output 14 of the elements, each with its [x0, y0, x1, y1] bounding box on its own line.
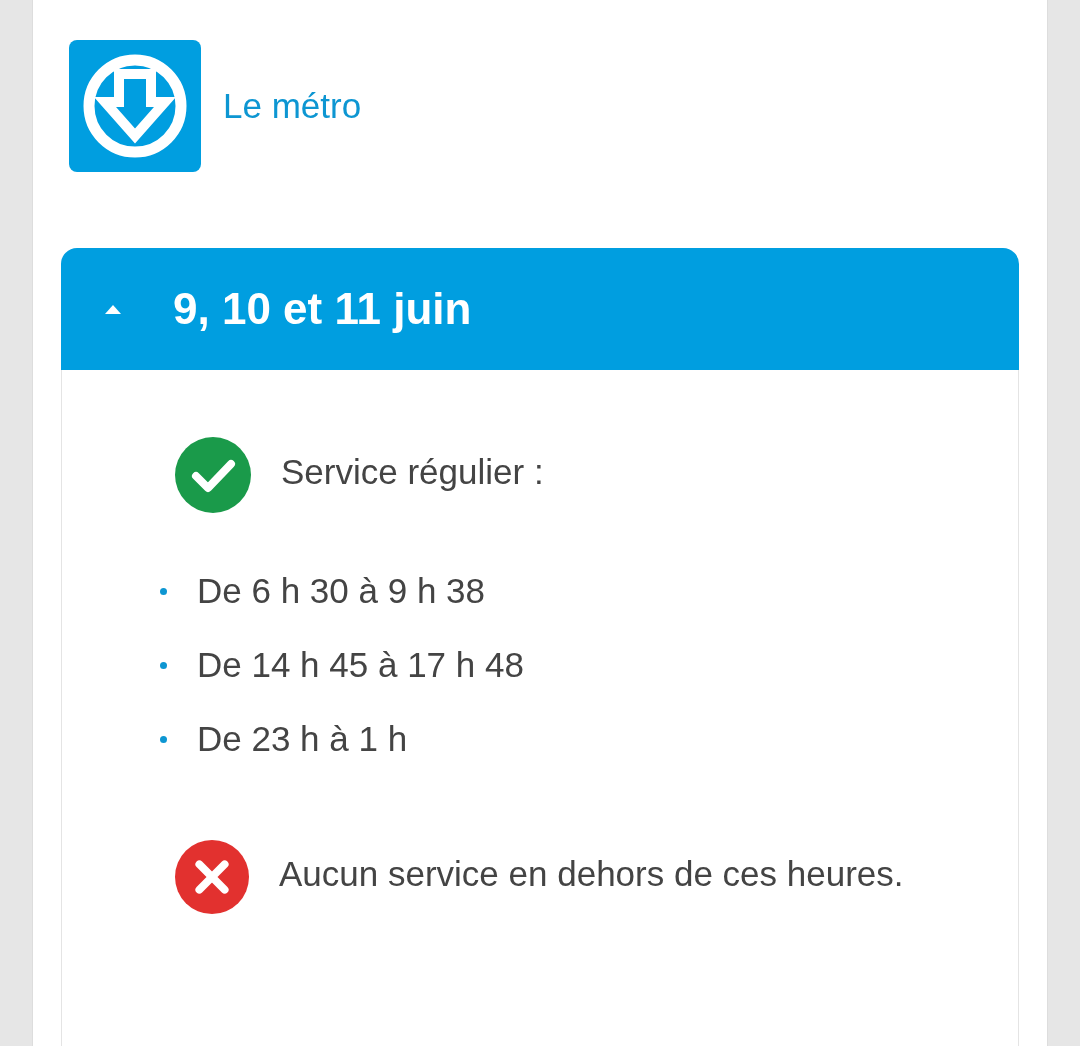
time-range: De 23 h à 1 h — [197, 719, 408, 759]
time-range: De 6 h 30 à 9 h 38 — [197, 571, 485, 611]
accordion-header[interactable]: 9, 10 et 11 juin — [61, 248, 1019, 370]
section-title: Le métro — [223, 86, 362, 126]
bullet-icon — [160, 587, 167, 595]
status-text: Service régulier : — [158, 430, 978, 514]
bullet-icon — [160, 735, 167, 743]
time-range: De 14 h 45 à 17 h 48 — [197, 645, 524, 685]
check-circle-icon — [175, 436, 251, 513]
bullet-icon — [160, 661, 167, 669]
cross-circle-icon — [175, 839, 249, 914]
caret-icon — [105, 304, 121, 314]
metro-logo-icon — [69, 40, 201, 172]
status-text: Aucun service en dehors de ces heures. — [158, 832, 978, 916]
